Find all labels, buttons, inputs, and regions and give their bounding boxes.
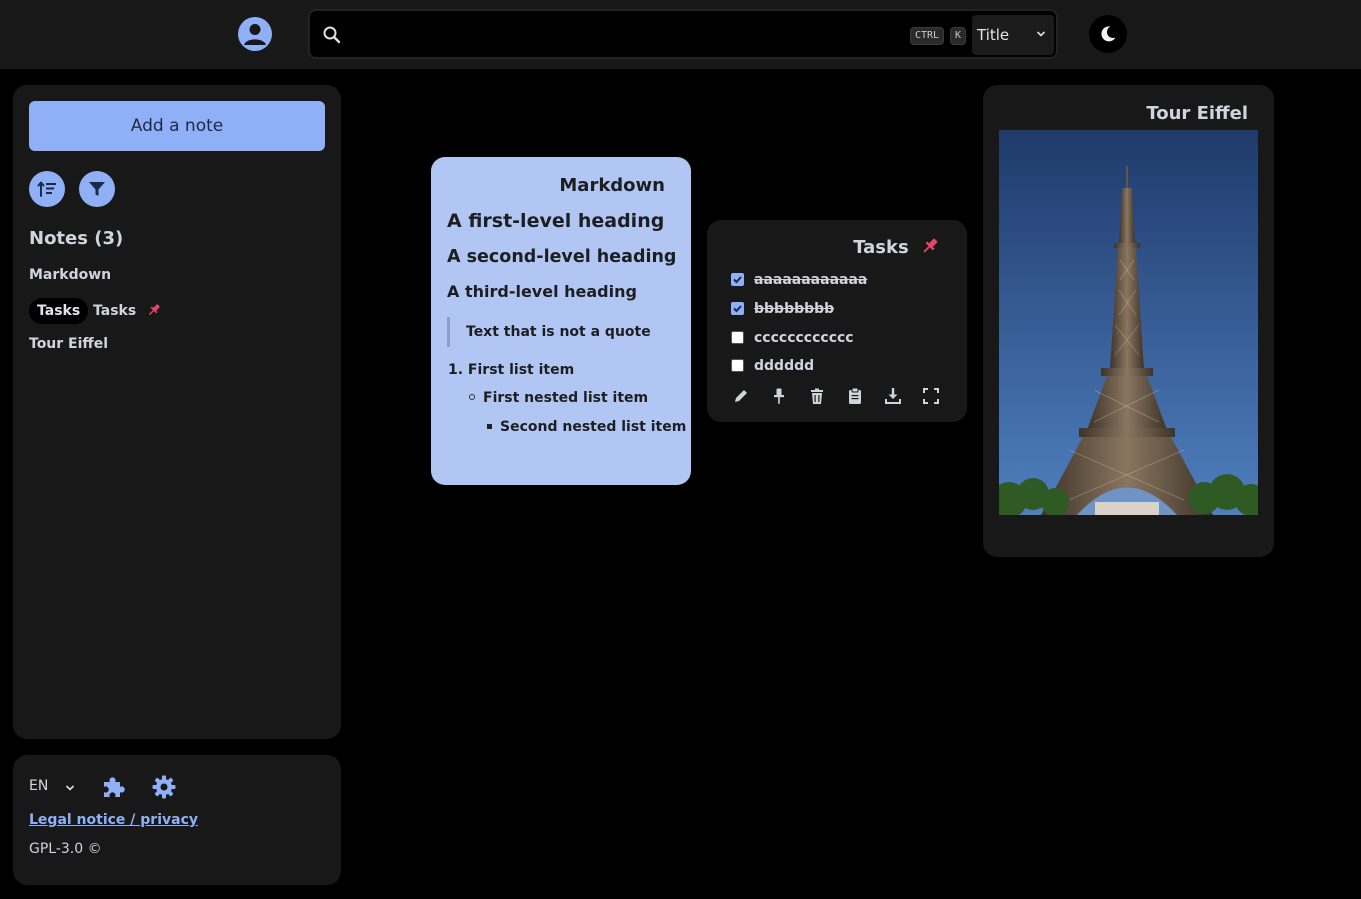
- circle-bullet-icon: [469, 394, 475, 400]
- task-item[interactable]: bbbbbbbb: [731, 301, 834, 321]
- task-item[interactable]: cccccccccccc: [731, 330, 854, 350]
- markdown-heading-3: A third-level heading: [447, 282, 637, 301]
- search-mode-value: Title: [977, 26, 1010, 44]
- markdown-nested-list-item: First nested list item: [469, 390, 648, 406]
- sidebar-tag-tasks[interactable]: Tasks: [29, 298, 89, 324]
- task-text: dddddd: [754, 358, 815, 374]
- search-bar: CTRL K Title: [308, 9, 1058, 59]
- markdown-blockquote: Text that is not a quote: [447, 317, 651, 347]
- note-card-tour-eiffel[interactable]: Tour Eiffel: [983, 85, 1274, 557]
- user-icon: [244, 24, 266, 45]
- list-item-text: Second nested list item: [500, 419, 687, 435]
- task-text: aaaaaaaaaaaa: [754, 272, 868, 288]
- search-mode-select[interactable]: Title: [972, 15, 1054, 55]
- language-select[interactable]: EN: [29, 778, 79, 794]
- plugins-button[interactable]: [101, 774, 127, 800]
- top-bar: CTRL K Title: [0, 0, 1361, 69]
- language-value: EN: [29, 778, 49, 794]
- markdown-list-item: 1. First list item: [448, 362, 575, 378]
- task-checkbox[interactable]: [731, 302, 744, 315]
- task-checkbox[interactable]: [731, 273, 744, 286]
- pin-icon: [923, 238, 938, 253]
- license-text: GPL-3.0 ©: [29, 841, 102, 857]
- sort-icon: [37, 181, 56, 197]
- download-icon[interactable]: [884, 387, 902, 405]
- square-bullet-icon: [487, 424, 492, 429]
- markdown-heading-2: A second-level heading: [447, 247, 677, 267]
- check-icon: [733, 305, 742, 313]
- sidebar-note-markdown[interactable]: Markdown: [29, 267, 111, 283]
- task-checkbox[interactable]: [731, 331, 744, 344]
- note-title: Markdown: [559, 175, 665, 196]
- trash-icon[interactable]: [808, 387, 826, 405]
- markdown-heading-1: A first-level heading: [447, 210, 665, 232]
- note-title: Tasks: [853, 237, 939, 258]
- fullscreen-icon[interactable]: [922, 387, 940, 405]
- sidebar-note-label: Tasks: [93, 303, 137, 319]
- markdown-nested-list-item: Second nested list item: [487, 419, 686, 435]
- list-item-text: First nested list item: [483, 390, 649, 406]
- eiffel-tower-photo: [999, 130, 1258, 515]
- shortcut-k-key: K: [950, 27, 967, 45]
- notes-count-heading: Notes (3): [29, 228, 124, 249]
- search-icon: [323, 26, 341, 44]
- note-title: Tour Eiffel: [1146, 103, 1248, 124]
- filter-button[interactable]: [79, 171, 115, 207]
- sort-button[interactable]: [29, 171, 65, 207]
- filter-icon: [89, 182, 105, 196]
- search-input[interactable]: [354, 19, 894, 49]
- theme-toggle-button[interactable]: [1089, 15, 1127, 53]
- note-title-text: Tasks: [853, 237, 909, 258]
- moon-icon: [1101, 26, 1116, 42]
- task-item[interactable]: aaaaaaaaaaaa: [731, 272, 867, 292]
- note-card-tasks[interactable]: Tasks aaaaaaaaaaaa bbbbbbbb cccccccccccc…: [707, 220, 967, 422]
- shortcut-ctrl-key: CTRL: [910, 27, 945, 45]
- pencil-icon[interactable]: [732, 387, 750, 405]
- sidebar: Add a note Notes (3) Markdown Tasks Task…: [13, 85, 341, 739]
- puzzle-icon: [104, 777, 125, 797]
- task-item[interactable]: dddddd: [731, 358, 814, 378]
- task-text: bbbbbbbb: [754, 301, 835, 317]
- user-avatar-button[interactable]: [238, 17, 272, 51]
- pin-icon: [148, 304, 160, 316]
- sidebar-note-tasks[interactable]: Tasks: [93, 303, 161, 319]
- add-note-button[interactable]: Add a note: [29, 101, 325, 151]
- gear-icon: [152, 775, 176, 799]
- note-card-markdown[interactable]: Markdown A first-level heading A second-…: [431, 157, 691, 485]
- pin-icon[interactable]: [770, 387, 788, 405]
- chevron-down-icon: [1036, 31, 1046, 37]
- legal-notice-link[interactable]: Legal notice / privacy: [29, 812, 198, 828]
- check-icon: [733, 276, 742, 284]
- task-text: cccccccccccc: [754, 330, 854, 346]
- settings-button[interactable]: [151, 774, 177, 800]
- chevron-down-icon: [65, 785, 75, 791]
- clipboard-icon[interactable]: [846, 387, 864, 405]
- sidebar-note-tour-eiffel[interactable]: Tour Eiffel: [29, 336, 108, 352]
- task-checkbox[interactable]: [731, 359, 744, 372]
- sidebar-footer: EN Legal notice / privacy GPL-3.0 ©: [13, 755, 341, 885]
